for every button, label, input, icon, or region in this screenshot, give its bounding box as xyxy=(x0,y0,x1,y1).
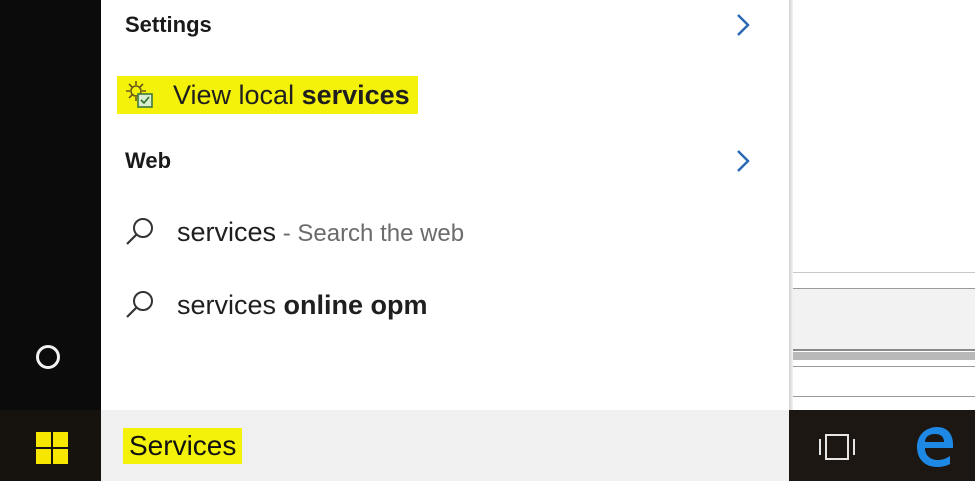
start-left-rail xyxy=(0,0,101,410)
settings-expand-chevron-icon[interactable] xyxy=(734,12,752,38)
result-web-services[interactable]: services - Search the web xyxy=(123,210,464,254)
result-text: View local xyxy=(173,79,302,110)
result-highlight: View local services xyxy=(117,76,418,114)
result-suffix: - Search the web xyxy=(276,219,465,247)
result-bold-text: services xyxy=(301,79,410,110)
search-input-value[interactable]: Services xyxy=(123,428,243,464)
search-icon xyxy=(126,291,153,318)
result-web-services-online-opm[interactable]: services online opm xyxy=(123,283,428,327)
search-icon xyxy=(126,218,153,245)
result-text: services xyxy=(177,216,277,247)
web-section-header: Web xyxy=(125,148,172,173)
result-text: services xyxy=(177,289,284,320)
start-button[interactable] xyxy=(0,410,101,481)
web-expand-chevron-icon[interactable] xyxy=(734,148,752,174)
search-results-panel: Settings View local services Web service… xyxy=(101,0,789,410)
task-view-icon[interactable] xyxy=(817,433,857,461)
taskbar: Services xyxy=(0,410,975,481)
background-window xyxy=(793,0,975,410)
result-bold-text: online opm xyxy=(283,289,428,320)
result-view-local-services[interactable]: View local services xyxy=(117,73,418,117)
background-window-field xyxy=(793,288,975,351)
taskbar-search-box[interactable]: Services xyxy=(101,410,789,481)
services-gear-icon xyxy=(126,81,153,108)
edge-browser-icon[interactable] xyxy=(913,424,957,468)
windows-logo-icon xyxy=(36,432,68,464)
cortana-icon[interactable] xyxy=(36,345,60,369)
settings-section-header: Settings xyxy=(125,12,212,37)
